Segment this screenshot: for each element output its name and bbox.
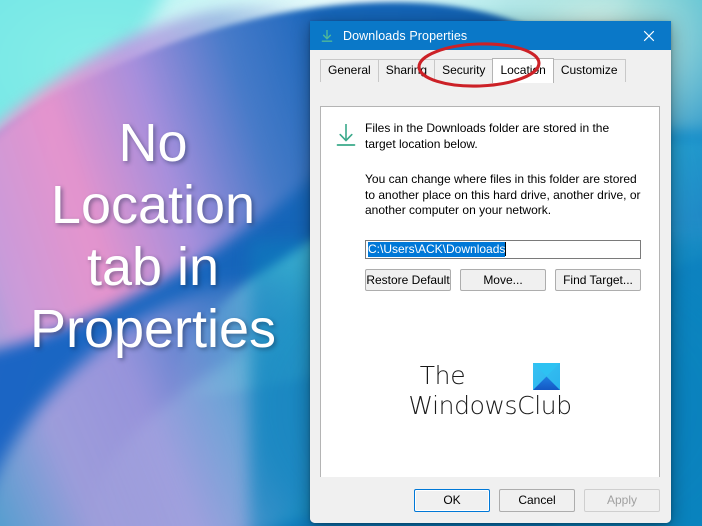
location-description-row: Files in the Downloads folder are stored… [321, 107, 659, 152]
location-path-value: C:\Users\ACK\Downloads [368, 241, 506, 257]
location-tab-page: Files in the Downloads folder are stored… [320, 106, 660, 491]
dialog-footer: OK Cancel Apply [310, 477, 671, 523]
location-description-secondary: You can change where files in this folde… [365, 172, 641, 217]
close-icon[interactable] [627, 21, 671, 50]
cancel-button[interactable]: Cancel [499, 488, 575, 512]
windowsclub-logo-icon [533, 363, 561, 390]
location-path-input[interactable]: C:\Users\ACK\Downloads [365, 239, 641, 259]
tab-sharing[interactable]: Sharing [377, 59, 436, 82]
location-description-primary: Files in the Downloads folder are stored… [365, 121, 610, 151]
restore-default-button[interactable]: Restore Default [365, 268, 451, 291]
find-target-button[interactable]: Find Target... [555, 268, 641, 291]
headline-line-2: Location [50, 175, 256, 235]
location-action-buttons: Restore Default Move... Find Target... [365, 268, 641, 291]
download-arrow-icon [319, 28, 335, 44]
headline-line-3: tab in [86, 237, 220, 297]
text-caret [505, 242, 507, 256]
tab-security[interactable]: Security [434, 59, 494, 82]
dialog-title: Downloads Properties [343, 28, 468, 43]
dialog-tabstrip: General Sharing Security Location Custom… [310, 50, 671, 83]
overlay-headline: No Location tab in Properties [0, 112, 306, 360]
headline-line-4: Properties [29, 299, 277, 359]
dialog-titlebar[interactable]: Downloads Properties [310, 21, 671, 50]
watermark-line-1: The [419, 361, 466, 390]
tab-customize[interactable]: Customize [552, 59, 626, 82]
download-arrow-icon [334, 121, 360, 152]
watermark-row-top: The [420, 362, 561, 390]
headline-line-1: No [118, 113, 188, 173]
ok-button[interactable]: OK [414, 488, 490, 512]
tab-general[interactable]: General [320, 59, 379, 82]
watermark: The WindowsClub [321, 362, 659, 421]
tab-location[interactable]: Location [492, 58, 554, 83]
downloads-properties-dialog: Downloads Properties General Sharing Sec… [310, 21, 671, 523]
apply-button: Apply [584, 488, 660, 512]
move-button[interactable]: Move... [460, 268, 546, 291]
watermark-line-2: WindowsClub [408, 391, 572, 420]
